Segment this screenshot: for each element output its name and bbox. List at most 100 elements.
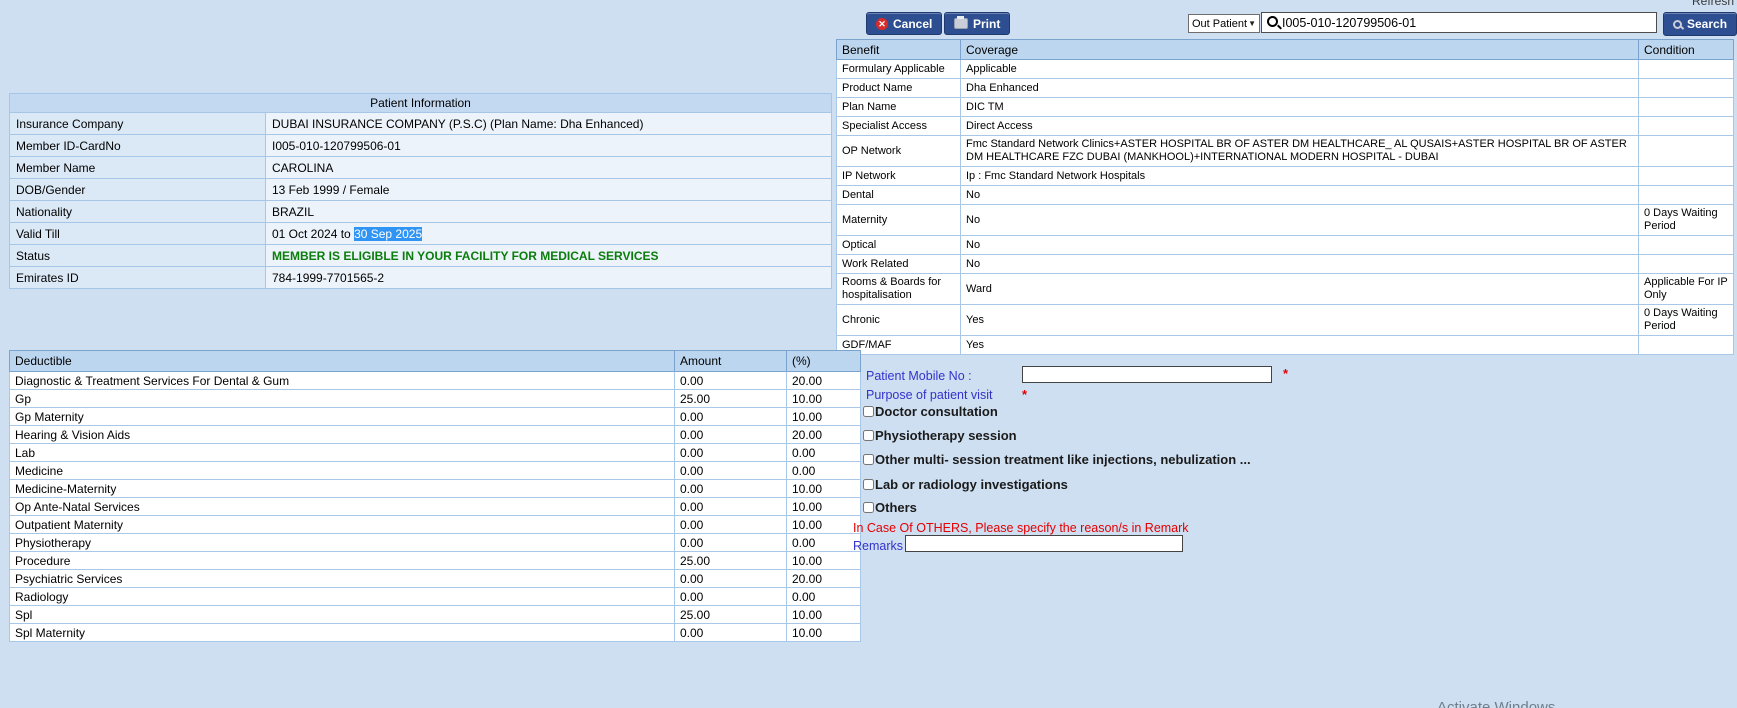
deductible-row: Op Ante-Natal Services 0.00 10.00: [9, 497, 861, 516]
chevron-down-icon: ▼: [1248, 19, 1256, 28]
others-checkbox[interactable]: [863, 502, 874, 513]
patient-mobile-label: Patient Mobile No :: [866, 369, 972, 383]
deductible-amount: 0.00: [674, 515, 787, 534]
benefit-condition: Applicable For IP Only: [1638, 273, 1734, 305]
deductible-row: Lab 0.00 0.00: [9, 443, 861, 462]
benefit-row: OP Network Fmc Standard Network Clinics+…: [836, 135, 1734, 167]
deductible-service: Hearing & Vision Aids: [9, 425, 675, 444]
benefit-name: Optical: [836, 235, 961, 255]
doctor-consultation-checkbox[interactable]: [863, 406, 874, 417]
benefit-name: Maternity: [836, 204, 961, 236]
field-value: 784-1999-7701565-2: [265, 266, 832, 289]
benefit-condition: [1638, 235, 1734, 255]
deductible-amount: 0.00: [674, 497, 787, 516]
deductible-row: Procedure 25.00 10.00: [9, 551, 861, 570]
purpose-option-lab-or-radiology[interactable]: Lab or radiology investigations: [863, 477, 1068, 492]
refresh-link[interactable]: Refresh: [1692, 0, 1734, 8]
deductible-service: Psychiatric Services: [9, 569, 675, 588]
field-label: Member ID-CardNo: [9, 134, 266, 157]
benefit-condition: [1638, 166, 1734, 186]
benefit-name: Plan Name: [836, 97, 961, 117]
deductible-percent: 10.00: [786, 623, 861, 642]
benefit-name: Formulary Applicable: [836, 59, 961, 79]
purpose-option-other-multi-session[interactable]: Other multi- session treatment like inje…: [863, 452, 1251, 467]
benefit-coverage: No: [960, 254, 1639, 274]
patient-type-select[interactable]: Out Patient ▼: [1188, 14, 1260, 33]
benefit-coverage: Yes: [960, 335, 1639, 355]
benefit-condition: [1638, 116, 1734, 136]
checkbox-label: Doctor consultation: [875, 404, 998, 419]
checkbox-label: Others: [875, 500, 917, 515]
benefit-name: Rooms & Boards for hospitalisation: [836, 273, 961, 305]
benefit-row: Optical No: [836, 235, 1734, 255]
deductible-service: Medicine: [9, 461, 675, 480]
patient-mobile-input[interactable]: [1022, 366, 1272, 383]
print-button-label: Print: [973, 16, 1001, 31]
physiotherapy-session-checkbox[interactable]: [863, 430, 874, 441]
deductible-percent: 10.00: [786, 605, 861, 624]
benefit-row: GDF/MAF Yes: [836, 335, 1734, 355]
search-button-icon: [1673, 19, 1682, 29]
table-row: Valid Till 01 Oct 2024 to 30 Sep 2025: [9, 222, 832, 245]
benefit-coverage: Dha Enhanced: [960, 78, 1639, 98]
cancel-button[interactable]: ✕ Cancel: [866, 12, 943, 35]
member-search-input[interactable]: [1261, 12, 1657, 33]
deductible-percent: 20.00: [786, 569, 861, 588]
print-button[interactable]: Print: [944, 12, 1011, 35]
deductible-service: Op Ante-Natal Services: [9, 497, 675, 516]
table-row: Status MEMBER IS ELIGIBLE IN YOUR FACILI…: [9, 244, 832, 267]
deductible-amount: 0.00: [674, 623, 787, 642]
benefit-name: OP Network: [836, 135, 961, 167]
search-button[interactable]: Search: [1663, 12, 1737, 36]
remarks-label: Remarks: [853, 539, 904, 553]
benefit-condition: [1638, 335, 1734, 355]
other-multi-session-checkbox[interactable]: [863, 454, 874, 465]
lab-or-radiology-checkbox[interactable]: [863, 479, 874, 490]
checkbox-label: Physiotherapy session: [875, 428, 1017, 443]
benefit-name: Chronic: [836, 304, 961, 336]
purpose-option-physiotherapy-session[interactable]: Physiotherapy session: [863, 428, 1017, 443]
table-row: Insurance Company DUBAI INSURANCE COMPAN…: [9, 112, 832, 135]
patient-type-value: Out Patient: [1192, 17, 1248, 30]
field-value: DUBAI INSURANCE COMPANY (P.S.C) (Plan Na…: [265, 112, 832, 135]
deductible-percent: 20.00: [786, 371, 861, 390]
remarks-input[interactable]: [905, 535, 1183, 552]
deductible-amount: 0.00: [674, 371, 787, 390]
purpose-required-asterisk: *: [1022, 387, 1028, 402]
benefit-name: Work Related: [836, 254, 961, 274]
purpose-option-others[interactable]: Others: [863, 500, 917, 515]
field-label: Status: [9, 244, 266, 267]
benefit-condition: [1638, 135, 1734, 167]
cancel-button-label: Cancel: [893, 16, 933, 31]
column-header: Condition: [1638, 39, 1734, 60]
cancel-x-icon: ✕: [876, 17, 888, 30]
patient-info-title: Patient Information: [9, 93, 832, 113]
deductible-amount: 0.00: [674, 425, 787, 444]
checkbox-label: Other multi- session treatment like inje…: [875, 452, 1251, 467]
deductible-row: Hearing & Vision Aids 0.00 20.00: [9, 425, 861, 444]
benefit-row: Chronic Yes 0 Days Waiting Period: [836, 304, 1734, 336]
deductible-header-row: Deductible Amount (%): [9, 350, 861, 372]
valid-from-text: 01 Oct 2024 to: [272, 226, 355, 241]
table-row: Emirates ID 784-1999-7701565-2: [9, 266, 832, 289]
deductible-amount: 0.00: [674, 407, 787, 426]
field-label: Member Name: [9, 156, 266, 179]
benefit-coverage: No: [960, 235, 1639, 255]
patient-info-title-row: Patient Information: [9, 93, 832, 113]
deductible-amount: 0.00: [674, 461, 787, 480]
deductible-amount: 25.00: [674, 551, 787, 570]
deductible-percent: 20.00: [786, 425, 861, 444]
deductible-amount: 25.00: [674, 605, 787, 624]
activate-windows-watermark: Activate Windows: [1437, 699, 1556, 708]
valid-till-highlighted-text: 30 Sep 2025: [354, 226, 423, 241]
benefit-condition: [1638, 78, 1734, 98]
benefit-condition: 0 Days Waiting Period: [1638, 204, 1734, 236]
deductible-percent: 0.00: [786, 587, 861, 606]
others-remark-note: In Case Of OTHERS, Please specify the re…: [853, 521, 1189, 535]
deductible-percent: 10.00: [786, 389, 861, 408]
purpose-option-doctor-consultation[interactable]: Doctor consultation: [863, 404, 998, 419]
benefit-coverage: No: [960, 204, 1639, 236]
field-label: Emirates ID: [9, 266, 266, 289]
field-value: CAROLINA: [265, 156, 832, 179]
benefit-condition: [1638, 185, 1734, 205]
